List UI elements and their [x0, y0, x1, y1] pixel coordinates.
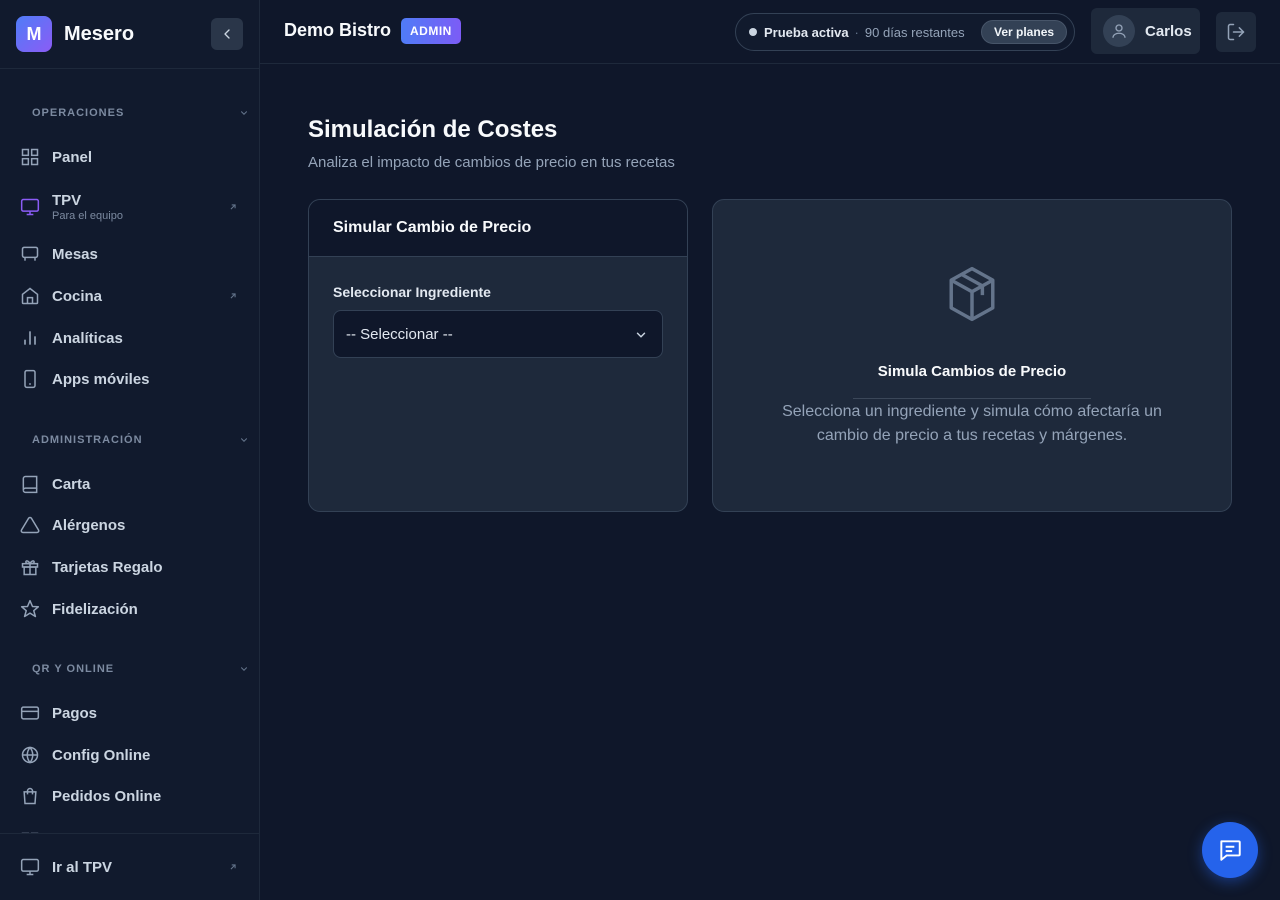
star-icon: [20, 599, 40, 618]
sidebar-item-carta[interactable]: Carta: [8, 465, 251, 503]
business-name: Demo Bistro: [284, 20, 392, 40]
sidebar-item-alergenos[interactable]: Alérgenos: [8, 506, 251, 544]
chevron-down-icon: [636, 332, 646, 338]
user-icon: [1112, 24, 1126, 38]
smartphone-icon: [24, 369, 36, 389]
bar-chart-icon: [24, 331, 36, 345]
warning-icon: [20, 516, 40, 534]
card-title: Simular Cambio de Precio: [333, 219, 532, 236]
go-to-tpv-link[interactable]: Ir al TPV: [8, 848, 251, 886]
sidebar-item-label: Carta: [52, 475, 91, 493]
user-menu-button[interactable]: Carlos: [1091, 8, 1200, 54]
collapse-sidebar-button[interactable]: [211, 18, 243, 50]
chevron-down-icon[interactable]: [239, 664, 249, 674]
go-to-tpv-label: Ir al TPV: [52, 858, 113, 876]
sidebar-nav[interactable]: OPERACIONES Panel TPV Para el equipo Mes…: [0, 69, 259, 833]
home-icon: [21, 287, 39, 305]
sidebar-item-tpv[interactable]: TPV: [8, 185, 251, 229]
sidebar-item-label: Mesas: [52, 245, 98, 263]
trial-status-text: Prueba activa: [764, 24, 849, 40]
credit-card-icon: [20, 706, 40, 720]
sidebar-item-label: Pagos: [52, 704, 98, 722]
app-logo: M: [16, 16, 52, 52]
divider: [853, 398, 1091, 399]
empty-state-card: Simula Cambios de Precio Selecciona un i…: [712, 199, 1232, 512]
chevron-down-icon[interactable]: [239, 108, 249, 118]
page-title: Simulación de Costes: [308, 116, 558, 143]
sidebar-item-label: Pedidos Online: [52, 787, 162, 805]
sidebar-item-label: Cocina: [52, 287, 103, 305]
section-title-operaciones: OPERACIONES: [32, 107, 125, 119]
logout-button[interactable]: [1216, 12, 1256, 52]
sidebar-item-analiticas[interactable]: Analíticas: [8, 319, 251, 357]
card-header: Simular Cambio de Precio: [309, 200, 687, 257]
sidebar-header: M Mesero: [0, 0, 259, 69]
sidebar-item-mesas[interactable]: Mesas: [8, 235, 251, 273]
monitor-icon: [20, 198, 40, 216]
shopping-bag-icon: [23, 787, 37, 805]
package-icon: [949, 266, 995, 322]
app-name: Mesero: [64, 22, 135, 45]
external-link-icon: [230, 204, 236, 210]
sidebar-item-label: Panel: [52, 148, 93, 166]
topbar: Demo Bistro ADMIN Prueba activa · 90 día…: [260, 0, 1280, 64]
user-name: Carlos: [1145, 22, 1192, 40]
external-link-icon: [230, 293, 236, 299]
status-dot: [749, 28, 757, 36]
sidebar-item-label: Analíticas: [52, 329, 123, 347]
sidebar-item-label: Apps móviles: [52, 370, 150, 388]
sidebar-item-panel[interactable]: Panel: [8, 138, 251, 176]
sidebar-item-label: Fidelización: [52, 600, 138, 618]
empty-state-title: Simula Cambios de Precio: [877, 363, 1067, 380]
sidebar-item-config-online[interactable]: Config Online: [8, 736, 251, 774]
sidebar-item-label: TPV: [52, 191, 82, 209]
page-subtitle: Analiza el impacto de cambios de precio …: [308, 154, 675, 171]
chevron-down-icon[interactable]: [239, 435, 249, 445]
sidebar-item-label: Alérgenos: [52, 516, 126, 534]
chat-icon: [1220, 840, 1241, 861]
chat-button[interactable]: [1202, 822, 1258, 878]
table-icon: [21, 246, 39, 261]
avatar: [1103, 15, 1135, 47]
gift-icon: [21, 560, 39, 576]
chevron-left-icon: [224, 29, 230, 39]
view-plans-button[interactable]: Ver planes: [981, 20, 1068, 44]
sidebar-item-partial[interactable]: [8, 822, 251, 833]
globe-icon: [21, 746, 39, 764]
sidebar-item-pagos[interactable]: Pagos: [8, 694, 251, 732]
sidebar-footer: Ir al TPV: [0, 833, 259, 900]
sidebar-item-label: Tarjetas Regalo: [52, 558, 163, 576]
sidebar-item-fidelizacion[interactable]: Fidelización: [8, 590, 251, 628]
book-icon: [22, 475, 38, 494]
trial-separator: ·: [854, 24, 859, 40]
trial-status-pill: Prueba activa · 90 días restantes Ver pl…: [735, 13, 1075, 51]
logout-icon: [1227, 23, 1245, 41]
simulate-price-card: Simular Cambio de Precio Seleccionar Ing…: [308, 199, 688, 512]
empty-state-text: Selecciona un ingrediente y simula cómo …: [782, 403, 1162, 444]
sidebar-item-label: Config Online: [52, 746, 151, 764]
section-title-qr-online: QR Y ONLINE: [32, 663, 115, 675]
ingredient-select-label: Seleccionar Ingrediente: [333, 284, 491, 300]
section-title-administracion: ADMINISTRACIÓN: [32, 434, 143, 446]
sidebar-item-sublabel: Para el equipo: [52, 210, 123, 222]
ingredient-select[interactable]: -- Seleccionar --: [333, 310, 663, 358]
ingredient-select-value: -- Seleccionar --: [346, 325, 453, 343]
sidebar-item-cocina[interactable]: Cocina: [8, 277, 251, 315]
sidebar-item-pedidos-online[interactable]: Pedidos Online: [8, 777, 251, 815]
grid-icon: [21, 148, 39, 166]
sidebar: M Mesero OPERACIONES Panel TPV Para el e…: [0, 0, 260, 900]
trial-days-left: 90 días restantes: [864, 24, 965, 40]
external-link-icon: [230, 864, 236, 870]
sidebar-item-tarjetas-regalo[interactable]: Tarjetas Regalo: [8, 548, 251, 586]
sidebar-item-apps-moviles[interactable]: Apps móviles: [8, 360, 251, 398]
monitor-icon: [20, 858, 40, 876]
role-badge: ADMIN: [401, 18, 461, 44]
